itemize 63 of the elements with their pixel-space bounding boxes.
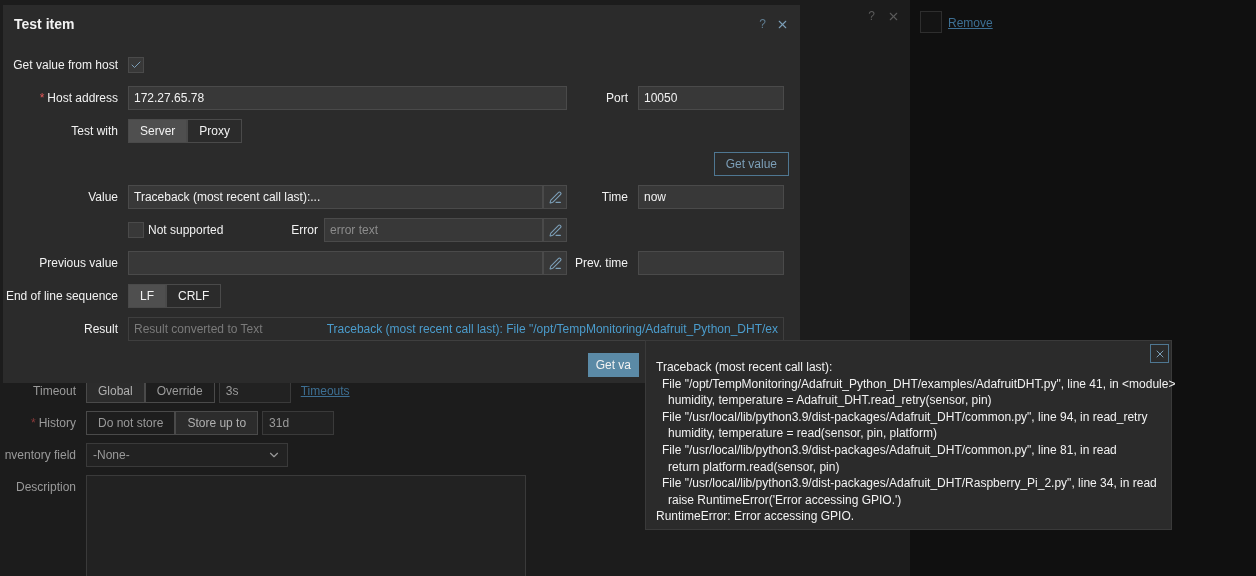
check-icon [130,59,142,71]
pencil-icon [548,223,562,237]
remove-link[interactable]: Remove [948,11,993,32]
edit-button[interactable] [543,251,567,275]
field-label: nventory field [4,447,76,464]
segment-button[interactable]: Server [128,119,188,143]
result-hint: Result converted to Text [134,321,263,338]
traceback-line: RuntimeError: Error accessing GPIO. [656,508,855,525]
input-field[interactable]: 172.27.65.78 [128,86,567,110]
input-field[interactable]: 31d [262,411,335,435]
field-label: Host address [47,90,118,107]
edit-button[interactable] [543,185,567,209]
checkbox-label: Not supported [148,222,225,239]
checkbox[interactable] [128,222,144,238]
input-field[interactable]: error text [324,218,543,242]
result-text: Traceback (most recent call last): File "/opt/TempMonitoring/Adafruit_Python_DHT/ex [326,321,778,338]
required-mark: * [39,90,45,107]
field-label: Previous value [39,255,118,272]
get-value-button[interactable]: Get value [713,152,789,176]
field-label: Test with [71,123,118,140]
traceback-line: File "/opt/TempMonitoring/Adafruit_Python_DHT/examples/AdafruitDHT.py", line 41, in <module> [661,375,1176,393]
traceback-line: raise RuntimeError('Error accessing GPIO.') [667,491,902,509]
field-label: Description [15,479,76,496]
field-label: Timeout [33,383,76,400]
traceback-line: File "/usr/local/lib/python3.9/dist-packages/Adafruit_DHT/common.py", line 81, in read [661,441,1117,459]
segment-button[interactable]: Proxy [187,119,243,143]
checkbox[interactable] [128,57,144,73]
segment-button[interactable]: CRLF [166,284,222,308]
input-field[interactable]: 10050 [638,86,784,110]
description-field[interactable] [86,475,526,576]
traceback-line: return platform.read(sensor, pin) [667,458,840,476]
edit-button[interactable] [543,218,567,242]
field-label: Get value from host [13,57,118,74]
field-label: Error [290,222,319,239]
close-button[interactable] [1150,344,1169,363]
segment-button[interactable]: Store up to [175,411,259,435]
input-field[interactable]: Traceback (most recent call last):... [128,185,543,209]
field-label: End of line sequence [5,288,118,305]
field-label: History [38,415,76,432]
field-label: Time [601,189,628,206]
field-label: Prev. time [574,255,628,272]
field-label: Result [84,321,118,338]
get-value-button[interactable]: Get va [587,353,639,377]
required-mark: * [31,415,36,432]
traceback-line: Traceback (most recent call last): [656,359,833,376]
help-text[interactable]: ? [759,15,766,33]
pencil-icon [548,190,562,204]
timeouts-link[interactable]: Timeouts [300,382,350,400]
checkbox[interactable] [920,11,942,33]
input-field[interactable] [128,251,543,275]
field-label: Port [606,90,628,107]
input-field[interactable]: now [638,185,784,209]
traceback-line: humidity, temperature = Adafruit_DHT.read_retry(sensor, pin) [667,392,992,409]
segment-button[interactable]: LF [128,284,166,308]
traceback-line: File "/usr/local/lib/python3.9/dist-packages/Adafruit_DHT/common.py", line 94, in read_retry [661,408,1148,426]
input-field[interactable] [638,251,784,275]
segment-button[interactable]: Do not store [86,411,176,435]
traceback-line: File "/usr/local/lib/python3.9/dist-packages/Adafruit_DHT/Raspberry_Pi_2.py", line 34, in read [661,475,1157,492]
dropdown[interactable]: -None- [86,443,288,467]
traceback-line: humidity, temperature = read(sensor, pin, platform) [667,425,937,442]
field-label: Value [88,189,118,206]
pencil-icon [548,256,562,270]
dialog-title: Test item [14,14,75,34]
